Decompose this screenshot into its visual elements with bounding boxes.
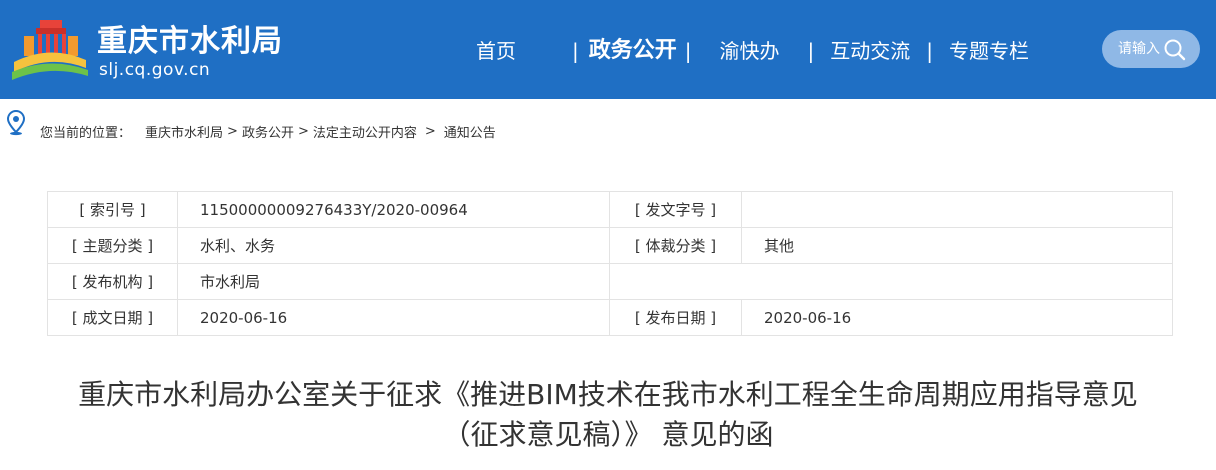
table-row: [ 发布机构 ] 市水利局 bbox=[47, 263, 1173, 300]
published-date-value: 2020-06-16 bbox=[741, 299, 1173, 336]
breadcrumb-trail: 您当前的位置： 重庆市水利局 > 政务公开 > 法定主动公开内容 > 通知公告 bbox=[40, 122, 496, 141]
article-title-line2: （征求意见稿）》 意见的函 bbox=[442, 418, 774, 451]
breadcrumb-separator: > bbox=[297, 124, 309, 139]
empty-cell bbox=[609, 263, 1173, 300]
doc-number-label: [ 发文字号 ] bbox=[609, 191, 742, 228]
nav-item-gov-affairs[interactable]: 政务公开 bbox=[589, 34, 677, 68]
created-date-value: 2020-06-16 bbox=[177, 299, 610, 336]
search-icon[interactable] bbox=[1162, 37, 1188, 63]
issuer-label: [ 发布机构 ] bbox=[47, 263, 178, 300]
index-label: [ 索引号 ] bbox=[47, 191, 178, 228]
table-row: [ 成文日期 ] 2020-06-16 [ 发布日期 ] 2020-06-16 bbox=[47, 299, 1173, 336]
created-date-label: [ 成文日期 ] bbox=[47, 299, 178, 336]
article-title-line1: 重庆市水利局办公室关于征求《推进BIM技术在我市水利工程全生命周期应用指导意见 bbox=[78, 378, 1138, 411]
topic-value: 水利、水务 bbox=[177, 227, 610, 264]
genre-label: [ 体裁分类 ] bbox=[609, 227, 742, 264]
table-row: [ 索引号 ] 11500000009276433Y/2020-00964 [ … bbox=[47, 191, 1173, 228]
breadcrumb-item[interactable]: 法定主动公开内容 bbox=[313, 122, 417, 141]
location-pin-icon bbox=[6, 110, 26, 136]
nav-separator: | bbox=[807, 39, 815, 63]
published-date-label: [ 发布日期 ] bbox=[609, 299, 742, 336]
article-title: 重庆市水利局办公室关于征求《推进BIM技术在我市水利工程全生命周期应用指导意见 … bbox=[20, 375, 1196, 455]
genre-value: 其他 bbox=[741, 227, 1173, 264]
main-nav: 首页 | 政务公开 | 渝快办 | 互动交流 | 专题专栏 bbox=[460, 34, 1029, 68]
table-row: [ 主题分类 ] 水利、水务 [ 体裁分类 ] 其他 bbox=[47, 227, 1173, 264]
nav-separator: | bbox=[684, 39, 692, 63]
breadcrumb: 您当前的位置： 重庆市水利局 > 政务公开 > 法定主动公开内容 > 通知公告 bbox=[0, 110, 1216, 150]
breadcrumb-item[interactable]: 通知公告 bbox=[444, 122, 496, 141]
nav-item-interaction[interactable]: 互动交流 bbox=[830, 34, 910, 68]
nav-separator: | bbox=[572, 39, 579, 63]
breadcrumb-separator: > bbox=[424, 124, 436, 139]
document-info-table: [ 索引号 ] 11500000009276433Y/2020-00964 [ … bbox=[47, 191, 1173, 336]
doc-number-value bbox=[741, 191, 1173, 228]
breadcrumb-item[interactable]: 政务公开 bbox=[242, 122, 294, 141]
breadcrumb-item[interactable]: 重庆市水利局 bbox=[145, 122, 223, 141]
site-name: 重庆市水利局 bbox=[97, 24, 283, 59]
topic-label: [ 主题分类 ] bbox=[47, 227, 178, 264]
nav-item-home[interactable]: 首页 bbox=[476, 34, 516, 68]
issuer-value: 市水利局 bbox=[177, 263, 610, 300]
nav-item-special-topics[interactable]: 专题专栏 bbox=[949, 34, 1029, 68]
nav-separator: | bbox=[926, 39, 934, 63]
breadcrumb-separator: > bbox=[227, 124, 238, 139]
breadcrumb-prefix: 您当前的位置： bbox=[40, 126, 132, 141]
search-box bbox=[1102, 30, 1200, 68]
index-value: 11500000009276433Y/2020-00964 bbox=[177, 191, 610, 228]
site-logo-icon[interactable] bbox=[10, 14, 90, 82]
site-domain: slj.cq.gov.cn bbox=[99, 60, 211, 80]
site-header: 重庆市水利局 slj.cq.gov.cn 首页 | 政务公开 | 渝快办 | 互… bbox=[0, 0, 1216, 99]
nav-item-yukuaiban[interactable]: 渝快办 bbox=[720, 34, 780, 68]
